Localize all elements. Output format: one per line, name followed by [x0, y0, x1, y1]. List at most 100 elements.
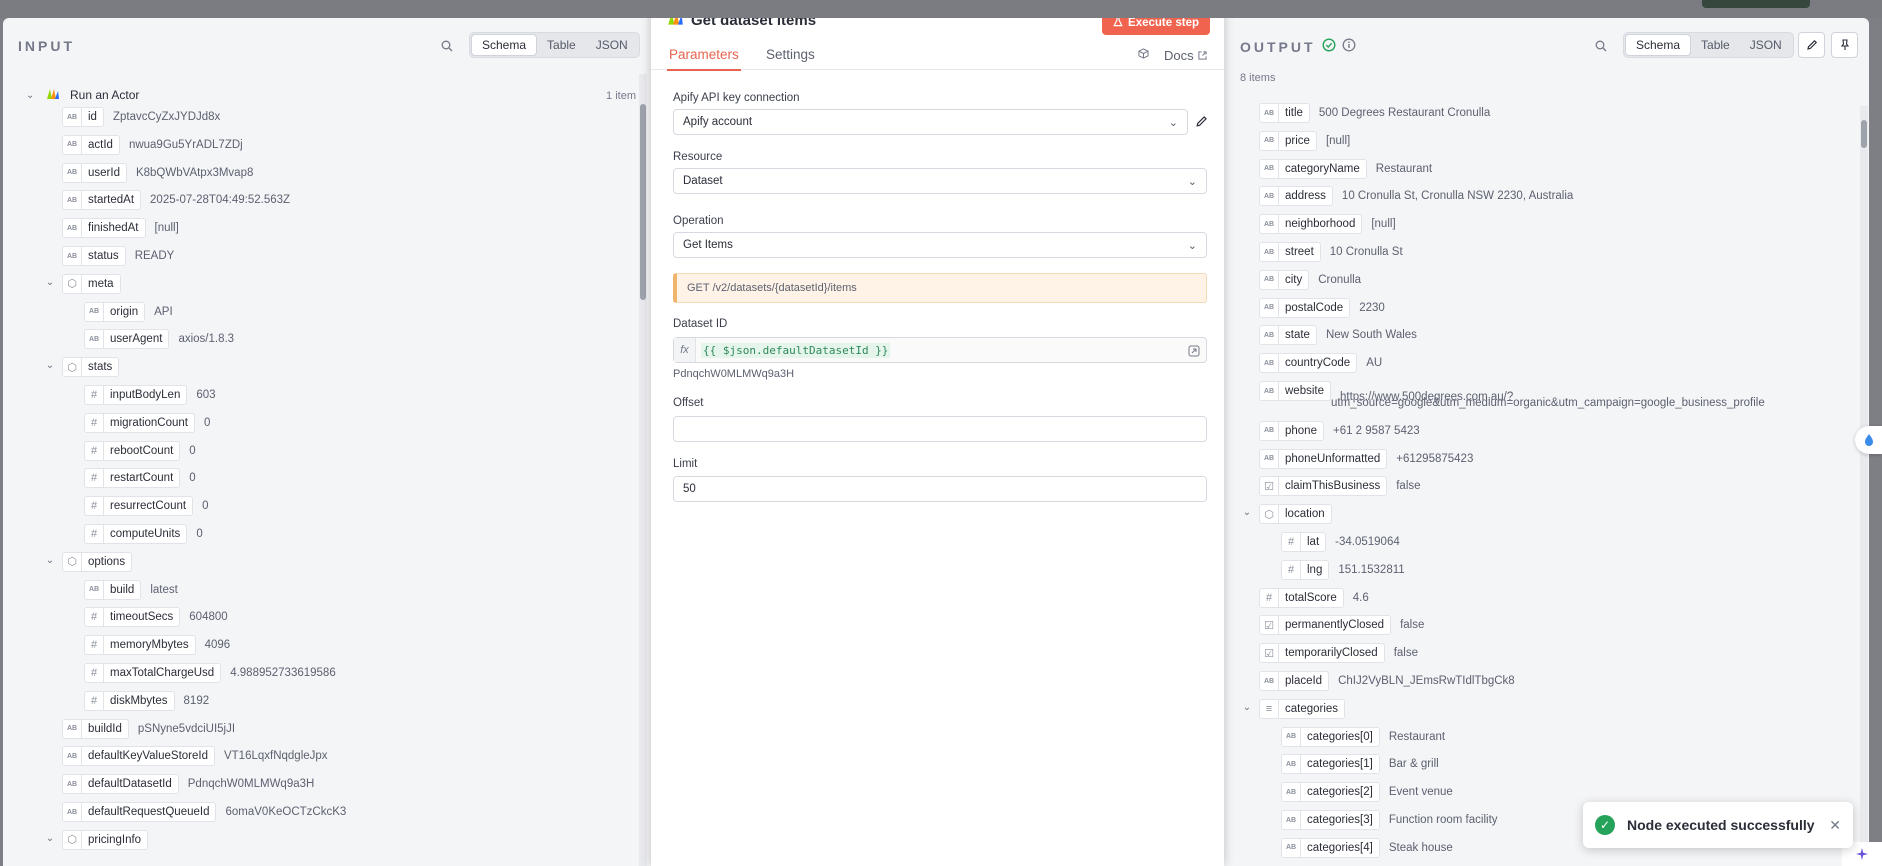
field-key[interactable]: pricingInfo — [82, 829, 149, 850]
field-key[interactable]: totalScore — [1279, 587, 1344, 608]
field-key[interactable]: maxTotalChargeUsd — [104, 663, 222, 683]
input-field-id[interactable]: AB id ZptavcCyZxJYDJd8x — [62, 107, 220, 127]
output-field-lng[interactable]: # lng 151.1532811 — [1281, 559, 1405, 580]
input-field-resurrectCount[interactable]: # resurrectCount 0 — [84, 496, 208, 517]
field-key[interactable]: options — [82, 551, 133, 572]
field-key[interactable]: categories[1] — [1301, 754, 1380, 775]
tab-settings[interactable]: Settings — [766, 47, 815, 62]
field-key[interactable]: claimThisBusiness — [1279, 476, 1388, 497]
field-key[interactable]: street — [1279, 242, 1321, 262]
input-field-restartCount[interactable]: # restartCount 0 — [84, 468, 196, 489]
output-field-claimThisBusiness[interactable]: ☑ claimThisBusiness false — [1259, 476, 1421, 497]
field-key[interactable]: startedAt — [82, 190, 142, 211]
output-field-categoryName[interactable]: AB categoryName Restaurant — [1259, 158, 1432, 179]
chevron-down-icon[interactable]: ⌄ — [1241, 507, 1253, 518]
chevron-down-icon[interactable]: ⌄ — [1241, 702, 1253, 713]
output-scrollbar[interactable] — [1860, 106, 1868, 866]
field-key[interactable]: state — [1279, 325, 1317, 346]
field-key[interactable]: status — [82, 246, 126, 266]
input-field-userId[interactable]: AB userId K8bQWbVAtpx3Mvap8 — [62, 162, 253, 183]
field-key[interactable]: defaultKeyValueStoreId — [82, 746, 215, 767]
field-key[interactable]: city — [1279, 269, 1310, 290]
assistant-drop-icon[interactable] — [1855, 426, 1882, 454]
field-key[interactable]: computeUnits — [104, 524, 188, 544]
field-key[interactable]: userId — [82, 162, 127, 183]
output-field-categories-1-[interactable]: AB categories[1] Bar & grill — [1281, 754, 1439, 775]
input-field-startedAt[interactable]: AB startedAt 2025-07-28T04:49:52.563Z — [62, 190, 290, 211]
dataset-id-expression-input[interactable]: fx {{ $json.defaultDatasetId }} — [673, 337, 1207, 363]
output-field-countryCode[interactable]: AB countryCode AU — [1259, 353, 1382, 374]
resource-select[interactable]: Dataset ⌄ — [673, 168, 1207, 194]
field-key[interactable]: postalCode — [1279, 297, 1351, 318]
output-field-state[interactable]: AB state New South Wales — [1259, 325, 1417, 346]
field-key[interactable]: categoryName — [1279, 158, 1367, 179]
tab-parameters[interactable]: Parameters — [667, 47, 741, 71]
input-field-migrationCount[interactable]: # migrationCount 0 — [84, 412, 210, 433]
input-field-rebootCount[interactable]: # rebootCount 0 — [84, 440, 196, 461]
output-field-categories-4-[interactable]: AB categories[4] Steak house — [1281, 837, 1453, 858]
chevron-down-icon[interactable]: ⌄ — [44, 833, 56, 844]
field-key[interactable]: buildId — [82, 718, 129, 739]
field-key[interactable]: countryCode — [1279, 353, 1358, 374]
input-field-actId[interactable]: AB actId nwua9Gu5YrADL7ZDj — [62, 134, 243, 155]
output-field-title[interactable]: AB title 500 Degrees Restaurant Cronulla — [1259, 103, 1490, 123]
field-key[interactable]: location — [1279, 504, 1332, 525]
credential-select[interactable]: Apify account ⌄ — [673, 109, 1188, 135]
field-key[interactable]: categories[0] — [1301, 726, 1380, 747]
field-key[interactable]: phoneUnformatted — [1279, 448, 1388, 469]
field-key[interactable]: categories[3] — [1301, 810, 1380, 830]
field-key[interactable]: price — [1279, 130, 1317, 151]
execute-step-button[interactable]: Execute step — [1102, 18, 1210, 35]
output-field-temporarilyClosed[interactable]: ☑ temporarilyClosed false — [1259, 643, 1418, 664]
field-key[interactable]: diskMbytes — [104, 690, 175, 711]
field-key[interactable]: inputBodyLen — [104, 385, 188, 405]
input-field-status[interactable]: AB status READY — [62, 246, 174, 266]
input-field-pricingInfo[interactable]: ⬡ pricingInfo — [62, 829, 149, 850]
field-key[interactable]: meta — [82, 273, 121, 294]
docs-link[interactable]: Docs — [1164, 48, 1207, 63]
input-field-stats[interactable]: ⬡ stats — [62, 357, 120, 378]
operation-select[interactable]: Get Items ⌄ — [673, 232, 1207, 258]
output-field-street[interactable]: AB street 10 Cronulla St — [1259, 242, 1403, 262]
output-field-totalScore[interactable]: # totalScore 4.6 — [1259, 587, 1369, 608]
field-key[interactable]: restartCount — [104, 468, 181, 489]
field-key[interactable]: defaultRequestQueueId — [82, 802, 217, 822]
limit-input[interactable]: 50 — [673, 476, 1207, 502]
field-key[interactable]: categories[2] — [1301, 782, 1380, 803]
output-field-categories-2-[interactable]: AB categories[2] Event venue — [1281, 782, 1453, 803]
field-key[interactable]: finishedAt — [82, 218, 146, 239]
input-field-options[interactable]: ⬡ options — [62, 551, 133, 572]
cube-icon[interactable] — [1138, 48, 1149, 62]
input-scrollbar[interactable] — [639, 74, 647, 866]
input-field-userAgent[interactable]: AB userAgent axios/1.8.3 — [84, 329, 234, 350]
field-key[interactable]: phone — [1279, 420, 1324, 441]
output-field-lat[interactable]: # lat -34.0519064 — [1281, 532, 1400, 552]
output-field-categories[interactable]: ≡ categories — [1259, 698, 1346, 719]
output-field-placeId[interactable]: AB placeId ChIJ2VyBLN_JEmsRwTIdlTbgCk8 — [1259, 671, 1515, 691]
output-field-address[interactable]: AB address 10 Cronulla St, Cronulla NSW 22… — [1259, 186, 1573, 207]
field-key[interactable]: lat — [1301, 532, 1327, 552]
output-field-location[interactable]: ⬡ location — [1259, 504, 1332, 525]
field-key[interactable]: categories — [1279, 698, 1346, 719]
field-key[interactable]: memoryMbytes — [104, 635, 196, 656]
output-field-phoneUnformatted[interactable]: AB phoneUnformatted +61295875423 — [1259, 448, 1473, 469]
input-field-defaultDatasetId[interactable]: AB defaultDatasetId PdnqchW0MLMWq9a3H — [62, 774, 314, 795]
edit-credential-icon[interactable] — [1195, 115, 1208, 133]
field-key[interactable]: website — [1279, 381, 1331, 401]
field-key[interactable]: timeoutSecs — [104, 607, 181, 628]
field-key[interactable]: address — [1279, 186, 1333, 207]
expand-expression-icon[interactable] — [1188, 344, 1200, 362]
chevron-down-icon[interactable]: ⌄ — [44, 555, 56, 566]
chevron-down-icon[interactable]: ⌄ — [44, 360, 56, 371]
output-field-phone[interactable]: AB phone +61 2 9587 5423 — [1259, 420, 1420, 441]
field-key[interactable]: id — [82, 107, 104, 127]
input-field-computeUnits[interactable]: # computeUnits 0 — [84, 524, 203, 544]
input-field-defaultRequestQueueId[interactable]: AB defaultRequestQueueId 6omaV0KeOCTzCkcK3 — [62, 802, 346, 822]
input-field-inputBodyLen[interactable]: # inputBodyLen 603 — [84, 385, 216, 405]
input-field-buildId[interactable]: AB buildId pSNyne5vdciUI5jJI — [62, 718, 235, 739]
field-key[interactable]: actId — [82, 134, 120, 155]
input-field-memoryMbytes[interactable]: # memoryMbytes 4096 — [84, 635, 230, 656]
field-key[interactable]: stats — [82, 357, 120, 378]
input-field-finishedAt[interactable]: AB finishedAt [null] — [62, 218, 179, 239]
field-key[interactable]: build — [104, 579, 142, 600]
